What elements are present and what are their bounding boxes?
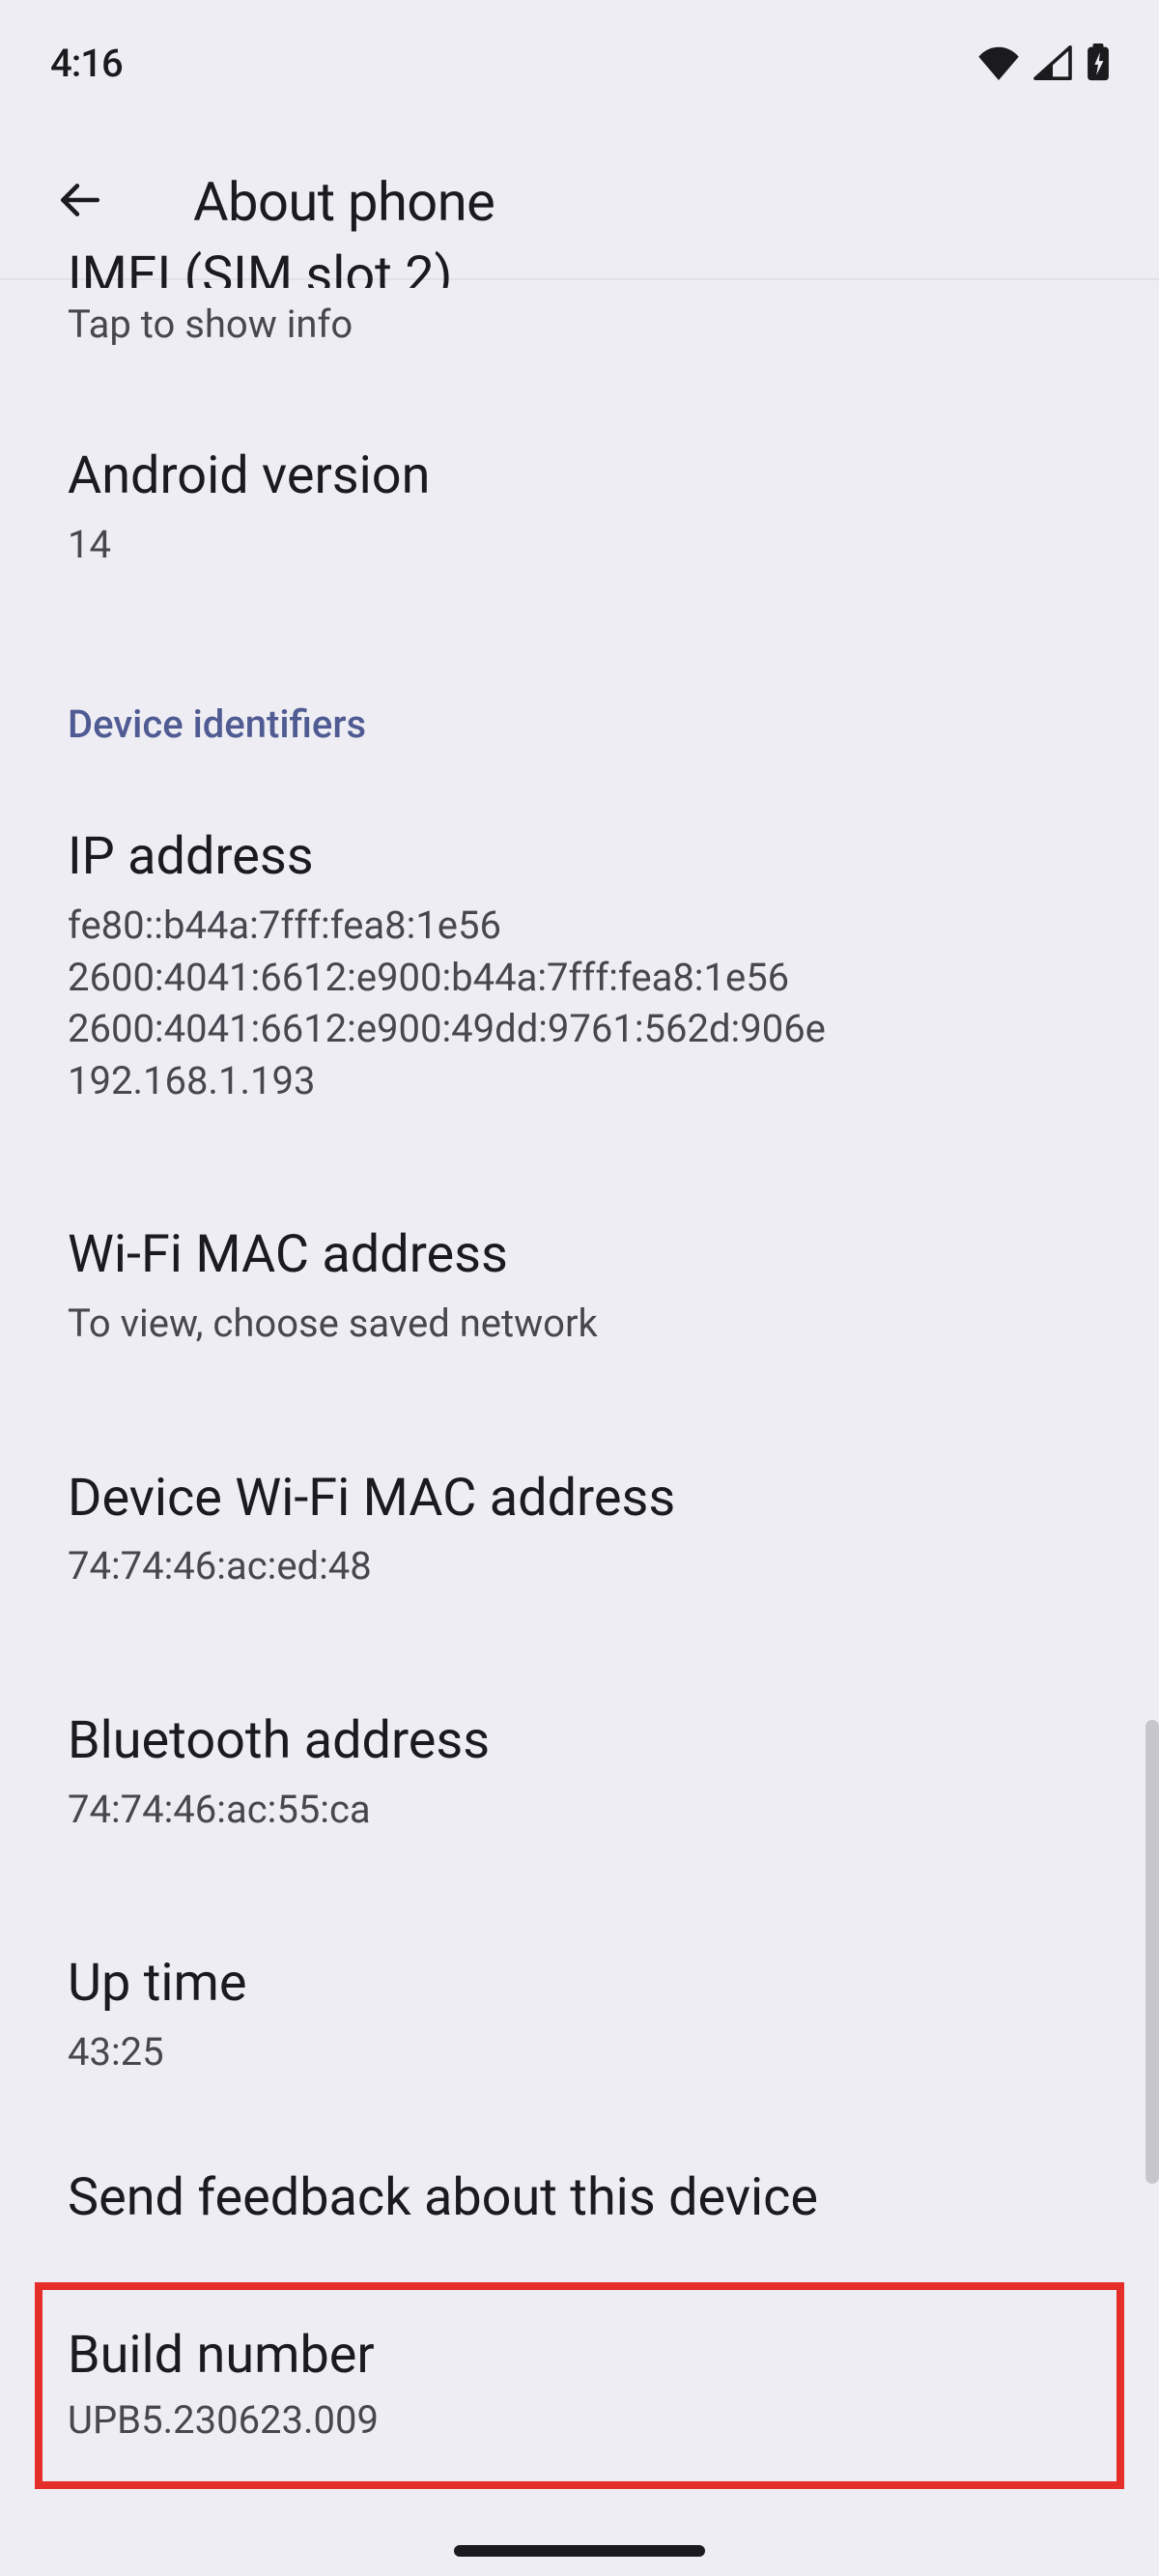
setting-row-up-time[interactable]: Up time 43:25 [0, 1881, 1159, 2124]
setting-row-build-number[interactable]: Build number UPB5.230623.009 [35, 2282, 1124, 2489]
setting-row-device-wifi-mac[interactable]: Device Wi-Fi MAC address 74:74:46:ac:ed:… [0, 1396, 1159, 1639]
setting-title: Send feedback about this device [68, 2167, 1091, 2229]
wifi-icon [977, 45, 1020, 80]
setting-title: Up time [68, 1953, 1091, 2015]
status-icons [977, 43, 1111, 82]
setting-title: Wi-Fi MAC address [68, 1224, 1091, 1286]
setting-title: Device Wi-Fi MAC address [68, 1468, 1091, 1530]
setting-row-wifi-mac[interactable]: Wi-Fi MAC address To view, choose saved … [0, 1153, 1159, 1395]
setting-title: Build number [68, 2325, 1091, 2386]
settings-list: IMEI (SIM slot 2) Tap to show info Andro… [0, 245, 1159, 2489]
setting-subtitle: To view, choose saved network [68, 1298, 1091, 1350]
gesture-nav-handle[interactable] [454, 2545, 705, 2557]
setting-row-bluetooth-address[interactable]: Bluetooth address 74:74:46:ac:55:ca [0, 1639, 1159, 1881]
status-bar: 4:16 [0, 0, 1159, 126]
setting-subtitle: fe80::b44a:7fff:fea8:1e56 2600:4041:6612… [68, 900, 1091, 1106]
setting-subtitle: 74:74:46:ac:ed:48 [68, 1540, 1091, 1592]
setting-row-send-feedback[interactable]: Send feedback about this device [0, 2125, 1159, 2275]
section-header-device-identifiers: Device identifiers [0, 616, 1159, 755]
setting-row-android-version[interactable]: Android version 14 [0, 403, 1159, 616]
cellular-icon [1033, 45, 1072, 80]
back-button[interactable] [41, 163, 118, 241]
setting-title: Android version [68, 445, 1091, 507]
setting-title: Bluetooth address [68, 1710, 1091, 1772]
setting-subtitle: Tap to show info [68, 301, 1091, 347]
setting-subtitle: UPB5.230623.009 [68, 2397, 1091, 2443]
setting-row-imei[interactable]: IMEI (SIM slot 2) Tap to show info [0, 245, 1159, 403]
setting-row-ip-address[interactable]: IP address fe80::b44a:7fff:fea8:1e56 260… [0, 755, 1159, 1153]
setting-title: IP address [68, 826, 1091, 888]
arrow-back-icon [55, 176, 103, 228]
setting-title: IMEI (SIM slot 2) [68, 245, 1091, 288]
page-title: About phone [193, 170, 495, 234]
setting-subtitle: 14 [68, 519, 1091, 571]
setting-subtitle: 43:25 [68, 2026, 1091, 2078]
setting-subtitle: 74:74:46:ac:55:ca [68, 1784, 1091, 1836]
scrollbar-thumb[interactable] [1145, 1720, 1159, 2184]
battery-charging-icon [1086, 43, 1111, 82]
status-time: 4:16 [50, 41, 123, 86]
